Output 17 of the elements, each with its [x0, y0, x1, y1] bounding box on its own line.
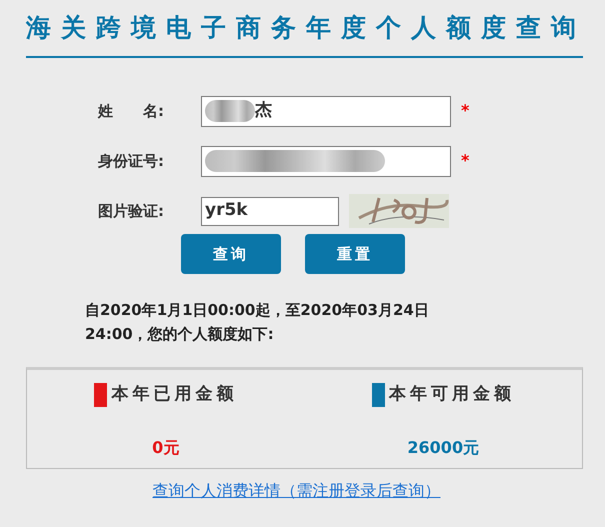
- quota-amount: 0元: [152, 436, 180, 458]
- required-mark: *: [461, 100, 470, 122]
- notice-text: 自2020年1月1日00:00起，至2020年03月24日24:00，您的个人额度如下:: [85, 300, 430, 345]
- quota-label: 本年可用金额: [388, 383, 515, 406]
- search-button[interactable]: 查询: [181, 234, 281, 274]
- input-field[interactable]: 杰: [201, 96, 451, 126]
- quota-amount: 26000元: [407, 436, 480, 458]
- page-title: 海关跨境电子商务年度个人额度查询: [26, 12, 587, 44]
- reset-button[interactable]: 重置: [305, 234, 405, 274]
- field-label: 图片验证:: [98, 200, 165, 222]
- field-label: 身份证号:: [98, 150, 165, 172]
- field-label: 姓 名:: [98, 100, 165, 122]
- quota-label: 本年已用金额: [111, 383, 238, 406]
- details-link[interactable]: 查询个人消费详情（需注册登录后查询）: [152, 481, 440, 500]
- input-field[interactable]: yr5k: [201, 196, 339, 226]
- input-field[interactable]: [201, 146, 451, 176]
- required-mark: *: [461, 150, 470, 172]
